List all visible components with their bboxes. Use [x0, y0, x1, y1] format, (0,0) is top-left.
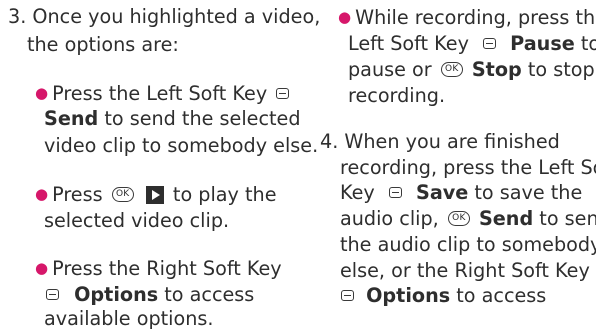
- step4-text-3b: to save the: [468, 181, 583, 204]
- step4-text-7: to access: [450, 284, 547, 307]
- bullet2-line1: ● Press OK to play the: [35, 181, 277, 208]
- step4-line7: Options to access: [340, 283, 546, 309]
- bullet4-line1: ● While recording, press the: [338, 4, 596, 31]
- step3-text-1: Once you highlighted a video,: [32, 5, 321, 28]
- bullet3-text-2: to access: [158, 283, 255, 306]
- bullet1-text-1: Press the Left Soft Key: [52, 82, 268, 105]
- step4-text-3: Key: [340, 181, 375, 204]
- step4-text-5: the audio clip to somebody: [340, 233, 596, 256]
- step4-line1: 4. When you are finished: [320, 129, 560, 155]
- left-soft-key-icon: [483, 38, 497, 49]
- right-soft-key-icon: [46, 289, 59, 300]
- bullet1-text-2: to send the selected: [98, 107, 301, 130]
- step4-line6: else, or the Right Soft Key: [340, 258, 590, 284]
- step4-text-4: audio clip,: [340, 207, 445, 230]
- bullet2-text-2: selected video clip.: [44, 209, 230, 232]
- bullet1-line3: video clip to somebody else.: [44, 133, 318, 159]
- bullet3-line3: available options.: [44, 306, 213, 332]
- bullet1-line1: ● Press the Left Soft Key: [35, 80, 292, 107]
- ok-key-icon: OK: [447, 211, 470, 226]
- play-icon: [145, 185, 164, 204]
- save-label: Save: [416, 181, 469, 204]
- bullet4-text-4: recording.: [348, 84, 446, 107]
- bullet-dot: ●: [338, 8, 352, 26]
- bullet1-line2: Send to send the selected: [44, 106, 301, 132]
- bullet4-text-3b: to stop: [521, 58, 595, 81]
- options-label: Options: [366, 284, 451, 307]
- bullet4-line2: Left Soft Key Pause to: [348, 31, 596, 57]
- bullet2-text-1: Press: [52, 183, 109, 206]
- bullet4-text-3: pause or: [348, 58, 438, 81]
- send-label: Send: [44, 107, 99, 130]
- step3-number: 3.: [8, 5, 27, 28]
- bullet3-line1: ● Press the Right Soft Key: [35, 255, 282, 282]
- bullet1-text-3: video clip to somebody else.: [44, 134, 319, 157]
- bullet-dot: ●: [35, 185, 49, 203]
- step3-line2: the options are:: [27, 32, 179, 58]
- bullet4-text-1: While recording, press the: [355, 6, 596, 29]
- left-soft-key-icon: [388, 187, 402, 198]
- pause-label: Pause: [510, 32, 575, 55]
- bullet-dot: ●: [35, 84, 49, 102]
- ok-key-icon: OK: [440, 62, 463, 77]
- stop-label: Stop: [471, 58, 522, 81]
- send-label: Send: [478, 207, 534, 230]
- bullet3-text-1: Press the Right Soft Key: [52, 257, 282, 280]
- left-soft-key-icon: [276, 88, 290, 99]
- step4-text-4b: to send: [539, 207, 596, 230]
- options-label: Options: [74, 283, 159, 306]
- bullet4-text-2b: to: [580, 32, 596, 55]
- bullet4-line4: recording.: [348, 83, 445, 109]
- right-soft-key-icon: [341, 290, 354, 301]
- ok-key-icon: OK: [111, 187, 134, 202]
- bullet3-text-3: available options.: [44, 307, 214, 330]
- step4-text-1: When you are finished: [344, 130, 560, 153]
- bullet-dot: ●: [35, 259, 49, 277]
- step4-text-6: else, or the Right Soft Key: [340, 259, 590, 282]
- step3-text-2: the options are:: [27, 33, 179, 56]
- step4-text-2: recording, press the Left Soft: [340, 156, 596, 179]
- step4-number: 4.: [320, 130, 339, 153]
- step4-line3: Key Save to save the: [340, 180, 582, 206]
- bullet4-text-2: Left Soft Key: [348, 32, 469, 55]
- step4-line5: the audio clip to somebody: [340, 232, 596, 258]
- step4-line2: recording, press the Left Soft: [340, 155, 596, 181]
- bullet2-line2: selected video clip.: [44, 208, 229, 234]
- bullet4-line3: pause or OK Stop to stop: [348, 57, 595, 83]
- bullet2-text-1b: to play the: [172, 183, 277, 206]
- bullet3-line2: Options to access: [44, 282, 254, 308]
- step4-line4: audio clip, OK Send to send: [340, 206, 596, 232]
- step3-line1: 3. Once you highlighted a video,: [8, 4, 320, 30]
